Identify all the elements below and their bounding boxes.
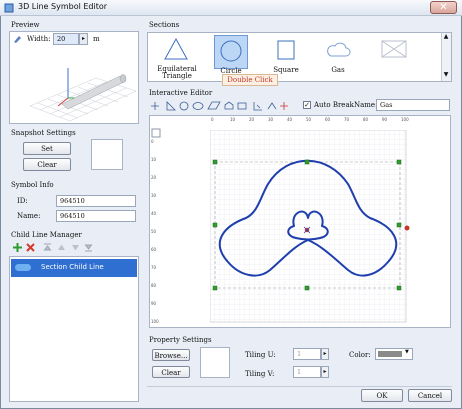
- tooltip: Double Click: [222, 74, 278, 86]
- ok-button[interactable]: OK: [361, 389, 403, 402]
- width-unit: m: [93, 35, 100, 43]
- ruler-tick-label: 0: [211, 117, 214, 122]
- child-line-group-label: Child Line Manager: [11, 231, 82, 239]
- ruler-tick-label: 90: [382, 117, 388, 122]
- ruler-tick-label: 50: [151, 229, 157, 234]
- preview-3d-viewport[interactable]: [10, 46, 138, 123]
- delete-icon[interactable]: [26, 243, 35, 252]
- shape-name-field[interactable]: Gas: [376, 99, 450, 111]
- drawing-canvas[interactable]: [210, 130, 410, 323]
- symbol-info-group-label: Symbol Info: [11, 181, 54, 189]
- snapshot-clear-button[interactable]: Clear: [23, 158, 71, 171]
- ruler-tick-label: 10: [151, 157, 157, 162]
- tiling-v-input[interactable]: 1: [293, 366, 321, 378]
- ruler-tick-label: 10: [230, 117, 236, 122]
- child-line-list: [9, 256, 139, 402]
- cancel-button[interactable]: Cancel: [408, 389, 452, 402]
- add-icon[interactable]: [13, 243, 22, 252]
- cloud-icon[interactable]: [325, 40, 351, 58]
- ruler-tick-label: 60: [151, 247, 157, 252]
- texture-preview: [200, 347, 230, 378]
- ruler-tick-label: 0: [151, 139, 154, 144]
- editor-group-label: Interactive Editor: [149, 89, 213, 97]
- move-bottom-icon[interactable]: [84, 243, 93, 252]
- texture-clear-button[interactable]: Clear: [152, 366, 190, 378]
- list-item-label: Section Child Line: [41, 263, 104, 271]
- id-field[interactable]: 964510: [56, 195, 136, 207]
- auto-break-checkbox[interactable]: ✓: [303, 101, 311, 109]
- color-swatch: [378, 351, 402, 357]
- sections-group-label: Sections: [149, 21, 180, 29]
- scroll-up-button[interactable]: ▲: [441, 33, 451, 43]
- section-label-square[interactable]: Square: [266, 66, 306, 74]
- window-title: 3D Line Symbol Editor: [18, 2, 108, 11]
- square-icon[interactable]: [277, 40, 295, 60]
- tiling-u-label: Tiling U:: [245, 351, 276, 359]
- ruler-tick-label: 100: [151, 319, 159, 324]
- triangle-icon[interactable]: [164, 37, 188, 61]
- ruler-tick-label: 60: [325, 117, 331, 122]
- close-button[interactable]: ✕: [430, 1, 457, 14]
- ruler-tick-label: 40: [151, 211, 157, 216]
- tiling-u-spin[interactable]: ▸: [321, 348, 329, 360]
- ruler-tick-label: 80: [151, 283, 157, 288]
- ruler-tick-label: 20: [249, 117, 255, 122]
- fit-view-icon[interactable]: [151, 128, 161, 138]
- app-icon: [4, 3, 14, 13]
- browse-button[interactable]: Browse...: [152, 349, 190, 361]
- ruler-tick-label: 100: [401, 117, 409, 122]
- snapshot-group-label: Snapshot Settings: [11, 129, 76, 137]
- editor-toolbar: [151, 101, 288, 111]
- move-up-icon[interactable]: [57, 243, 66, 252]
- move-top-icon[interactable]: [43, 243, 52, 252]
- ruler-tick-label: 30: [151, 193, 157, 198]
- horizontal-ruler: 0 10 20 30 40 50 60 70 80 90 100: [211, 117, 409, 128]
- name-field[interactable]: 964510: [56, 210, 136, 222]
- width-input[interactable]: 20: [53, 33, 79, 45]
- width-spin-button[interactable]: ▸: [79, 33, 88, 45]
- ruler-tick-label: 80: [363, 117, 369, 122]
- ruler-tick-label: 50: [306, 117, 312, 122]
- property-group-label: Property Settings: [149, 336, 212, 344]
- line-swatch-icon: [15, 264, 31, 271]
- width-label: Width:: [27, 35, 51, 43]
- ruler-tick-label: 20: [151, 175, 157, 180]
- ruler-tick-label: 70: [344, 117, 350, 122]
- brush-icon[interactable]: [12, 34, 22, 44]
- preview-group-label: Preview: [11, 21, 40, 29]
- chevron-down-icon[interactable]: ▼: [405, 349, 409, 355]
- ruler-tick-label: 40: [287, 117, 293, 122]
- section-label-triangle[interactable]: Equilateral Triangle: [152, 66, 202, 80]
- auto-break-label: Auto Break: [314, 101, 354, 109]
- ruler-tick-label: 70: [151, 265, 157, 270]
- name-label: Name:: [17, 212, 41, 220]
- snapshot-thumbnail: [91, 139, 123, 170]
- ruler-tick-label: 90: [151, 301, 157, 306]
- vertical-ruler: 0 10 20 30 40 50 60 70 80 90 100: [151, 127, 165, 325]
- color-label: Color:: [349, 351, 371, 359]
- tiling-u-input[interactable]: 1: [293, 348, 321, 360]
- envelope-icon[interactable]: [381, 40, 407, 58]
- shape-name-label: Name:: [354, 101, 378, 109]
- rotate-handle-icon[interactable]: [404, 225, 410, 231]
- tiling-v-label: Tiling V:: [245, 370, 275, 378]
- scroll-down-button[interactable]: ▼: [441, 71, 451, 81]
- id-label: ID:: [17, 197, 28, 205]
- move-down-icon[interactable]: [71, 243, 80, 252]
- footer-divider: [147, 386, 452, 387]
- circle-icon[interactable]: [219, 39, 243, 63]
- section-label-gas[interactable]: Gas: [322, 66, 354, 74]
- snapshot-set-button[interactable]: Set: [23, 142, 71, 155]
- tiling-v-spin[interactable]: ▸: [321, 366, 329, 378]
- ruler-tick-label: 30: [268, 117, 274, 122]
